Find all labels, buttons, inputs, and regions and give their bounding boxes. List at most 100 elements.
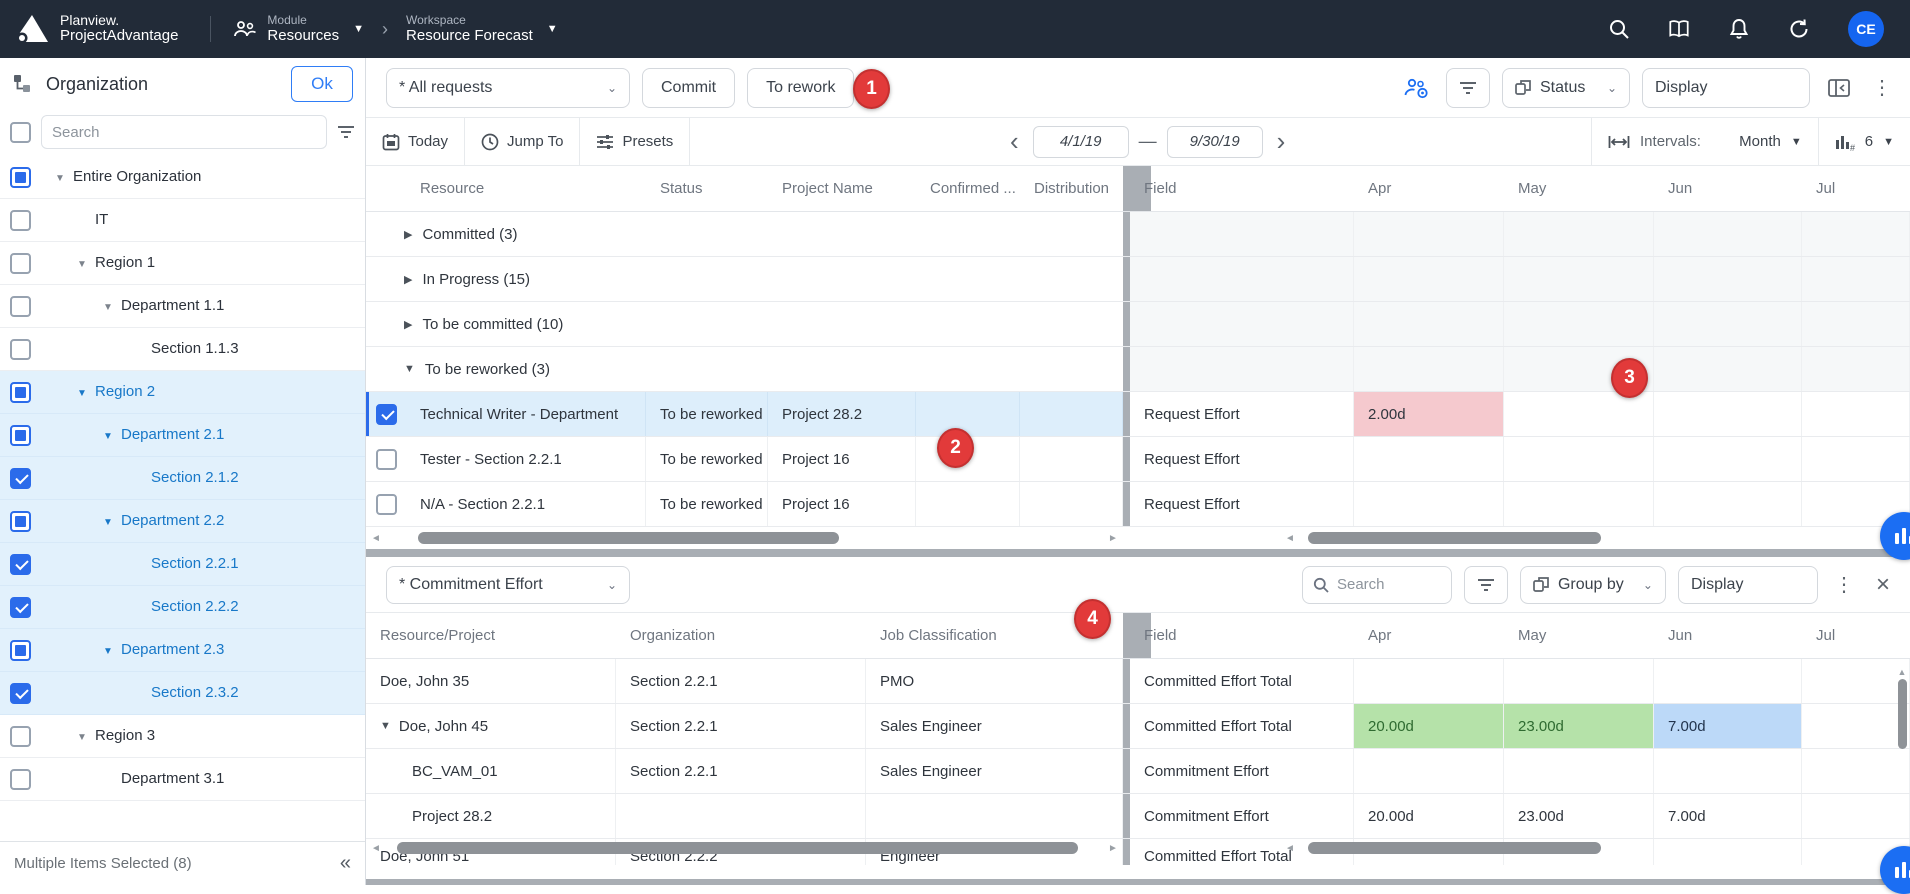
end-date-input[interactable] — [1167, 126, 1263, 158]
effort-cell[interactable] — [1654, 437, 1802, 481]
horizontal-scrollbar[interactable]: ◄ — [1130, 531, 1910, 545]
effort-cell[interactable]: 20.00d — [1354, 704, 1504, 748]
effort-cell[interactable] — [1504, 392, 1654, 436]
jump-to-button[interactable]: Jump To — [465, 118, 580, 165]
effort-cell[interactable]: 23.00d — [1504, 794, 1654, 838]
column-header[interactable]: Resource — [406, 166, 646, 211]
tree-item[interactable]: ▼Department 2.2 — [0, 500, 365, 543]
effort-cell[interactable] — [1802, 794, 1910, 838]
presets-button[interactable]: Presets — [580, 118, 690, 165]
search-icon[interactable] — [1608, 18, 1630, 40]
tree-item[interactable]: Section 1.1.3 — [0, 328, 365, 371]
close-panel-icon[interactable]: × — [1870, 571, 1896, 599]
bottom-splitter[interactable] — [366, 879, 1910, 885]
column-header[interactable]: Jun — [1654, 613, 1802, 658]
tree-item[interactable]: Section 2.1.2 — [0, 457, 365, 500]
effort-cell[interactable] — [1504, 437, 1654, 481]
expand-caret-icon[interactable]: ▼ — [77, 732, 95, 743]
expand-caret-icon[interactable]: ▶ — [404, 318, 412, 331]
tree-item[interactable]: Section 2.2.2 — [0, 586, 365, 629]
column-header[interactable]: Project Name — [768, 166, 916, 211]
request-row[interactable]: N/A - Section 2.2.1 To be reworked Proje… — [366, 482, 1910, 527]
tree-checkbox[interactable] — [10, 210, 31, 231]
tree-checkbox[interactable] — [10, 468, 31, 489]
effort-cell[interactable]: 20.00d — [1354, 794, 1504, 838]
tree-item[interactable]: ▼Entire Organization — [0, 156, 365, 199]
effort-cell[interactable] — [1802, 392, 1910, 436]
bottom-search[interactable] — [1302, 566, 1452, 604]
more-options-icon[interactable]: ⋮ — [1868, 75, 1896, 100]
effort-cell[interactable]: 7.00d — [1654, 704, 1802, 748]
bottom-search-input[interactable] — [1337, 576, 1437, 593]
tree-checkbox[interactable] — [10, 511, 31, 532]
expand-caret-icon[interactable]: ▼ — [77, 388, 95, 399]
tree-item[interactable]: ▼Department 2.3 — [0, 629, 365, 672]
effort-cell[interactable] — [1654, 482, 1802, 526]
horizontal-scrollbar[interactable]: ◄► — [366, 531, 1123, 545]
effort-cell[interactable] — [1354, 482, 1504, 526]
tree-item[interactable]: Department 3.1 — [0, 758, 365, 801]
bottom-filter-button[interactable] — [1464, 566, 1508, 604]
tree-checkbox[interactable] — [10, 167, 31, 188]
effort-cell[interactable] — [1654, 392, 1802, 436]
expand-caret-icon[interactable]: ▼ — [103, 431, 121, 442]
expand-caret-icon[interactable]: ▶ — [404, 228, 412, 241]
effort-cell[interactable] — [1802, 704, 1910, 748]
effort-cell[interactable] — [1354, 749, 1504, 793]
request-effort-cell[interactable]: 2.00d — [1354, 392, 1504, 436]
collapse-panel-toggle-icon[interactable] — [1822, 71, 1856, 105]
intervals-unit-select[interactable]: Intervals: Month ▼ — [1591, 118, 1818, 165]
group-row[interactable]: ▼To be reworked (3) — [366, 347, 1910, 392]
tree-item[interactable]: ▼Region 3 — [0, 715, 365, 758]
org-search-input[interactable] — [41, 115, 327, 149]
effort-cell[interactable] — [1504, 482, 1654, 526]
column-header[interactable]: Distribution — [1020, 166, 1123, 211]
status-groupby-select[interactable]: Status⌄ — [1502, 68, 1630, 108]
horizontal-scrollbar[interactable]: ◄ — [1130, 841, 1910, 855]
group-row[interactable]: ▶In Progress (15) — [366, 257, 1910, 302]
column-header[interactable]: May — [1504, 166, 1654, 211]
tree-item[interactable]: Section 2.2.1 — [0, 543, 365, 586]
intervals-count-select[interactable]: # 6 ▼ — [1818, 118, 1910, 165]
expand-caret-icon[interactable]: ▼ — [404, 363, 415, 375]
tree-checkbox[interactable] — [10, 683, 31, 704]
effort-cell[interactable] — [1504, 749, 1654, 793]
effort-cell[interactable] — [1802, 437, 1910, 481]
expand-caret-icon[interactable]: ▶ — [404, 273, 412, 286]
request-row[interactable]: Tester - Section 2.2.1 To be reworked Pr… — [366, 437, 1910, 482]
row-checkbox[interactable] — [376, 494, 397, 515]
expand-caret-icon[interactable]: ▼ — [380, 720, 391, 732]
column-header[interactable]: Organization — [616, 613, 866, 658]
tree-item[interactable]: ▼Region 1 — [0, 242, 365, 285]
filter-icon[interactable] — [337, 125, 355, 139]
expand-caret-icon[interactable]: ▼ — [77, 259, 95, 270]
commitment-row[interactable]: Project 28.2 Commitment Effort 20.00d 23… — [366, 794, 1910, 839]
group-row[interactable]: ▶To be committed (10) — [366, 302, 1910, 347]
column-header[interactable]: Field — [1130, 613, 1354, 658]
bottom-view-select[interactable]: * Commitment Effort⌄ — [386, 566, 630, 604]
refresh-icon[interactable] — [1788, 18, 1810, 40]
tree-checkbox[interactable] — [10, 769, 31, 790]
expand-caret-icon[interactable]: ▼ — [103, 517, 121, 528]
ok-button[interactable]: Ok — [291, 66, 353, 102]
prev-period-icon[interactable]: ‹ — [1006, 126, 1023, 157]
tree-checkbox[interactable] — [10, 726, 31, 747]
effort-cell[interactable]: 7.00d — [1654, 794, 1802, 838]
module-switcher[interactable]: Module Resources ▼ — [225, 13, 372, 45]
start-date-input[interactable] — [1033, 126, 1129, 158]
panel-splitter[interactable] — [366, 549, 1910, 557]
column-header[interactable]: Resource/Project — [366, 613, 616, 658]
next-period-icon[interactable]: › — [1273, 126, 1290, 157]
view-select[interactable]: * All requests⌄ — [386, 68, 630, 108]
planview-logo[interactable]: Planview. ProjectAdvantage — [0, 13, 196, 45]
column-header[interactable]: Jul — [1802, 613, 1910, 658]
tree-item[interactable]: ▼Region 2 — [0, 371, 365, 414]
request-row[interactable]: Technical Writer - Department To be rewo… — [366, 392, 1910, 437]
column-header[interactable]: Jul — [1802, 166, 1910, 211]
tree-item[interactable]: ▼Department 1.1 — [0, 285, 365, 328]
tree-item[interactable]: Section 2.3.2 — [0, 672, 365, 715]
resource-settings-icon[interactable] — [1400, 71, 1434, 105]
expand-caret-icon[interactable]: ▼ — [103, 646, 121, 657]
collapse-panel-icon[interactable]: « — [340, 852, 351, 875]
column-header[interactable]: Field — [1130, 166, 1354, 211]
